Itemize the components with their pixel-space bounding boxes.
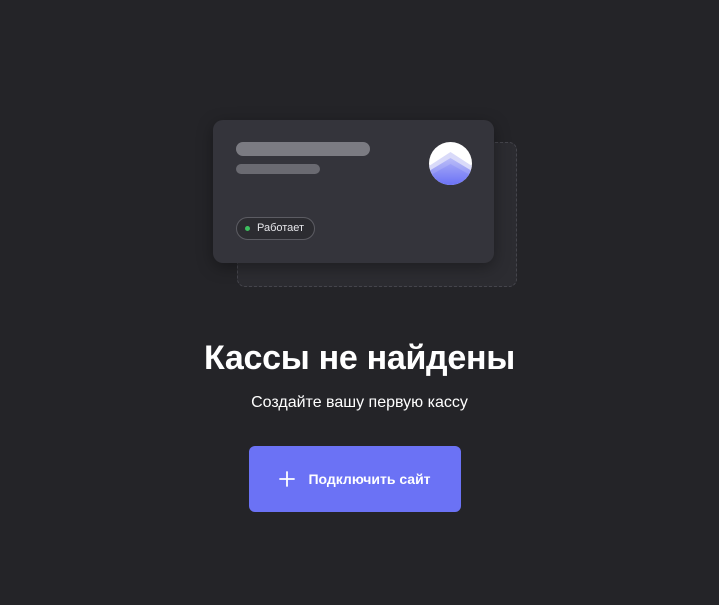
status-dot-icon (245, 226, 250, 231)
placeholder-card-front: Работает (213, 120, 494, 263)
connect-site-button[interactable]: Подключить сайт (249, 446, 461, 512)
skeleton-subtitle-line (236, 164, 320, 174)
connect-site-label: Подключить сайт (308, 471, 431, 487)
empty-state-page: Работает Кассы не найдены Создайте вашу … (0, 0, 719, 605)
status-badge: Работает (236, 217, 316, 240)
status-label: Работает (257, 222, 305, 234)
stacked-chevron-logo-icon (429, 142, 472, 185)
cashbox-illustration: Работает (213, 120, 518, 288)
skeleton-title-line (236, 142, 370, 156)
page-subtitle: Создайте вашу первую кассу (251, 394, 468, 411)
plus-icon (279, 471, 296, 487)
page-title: Кассы не найдены (204, 339, 515, 377)
